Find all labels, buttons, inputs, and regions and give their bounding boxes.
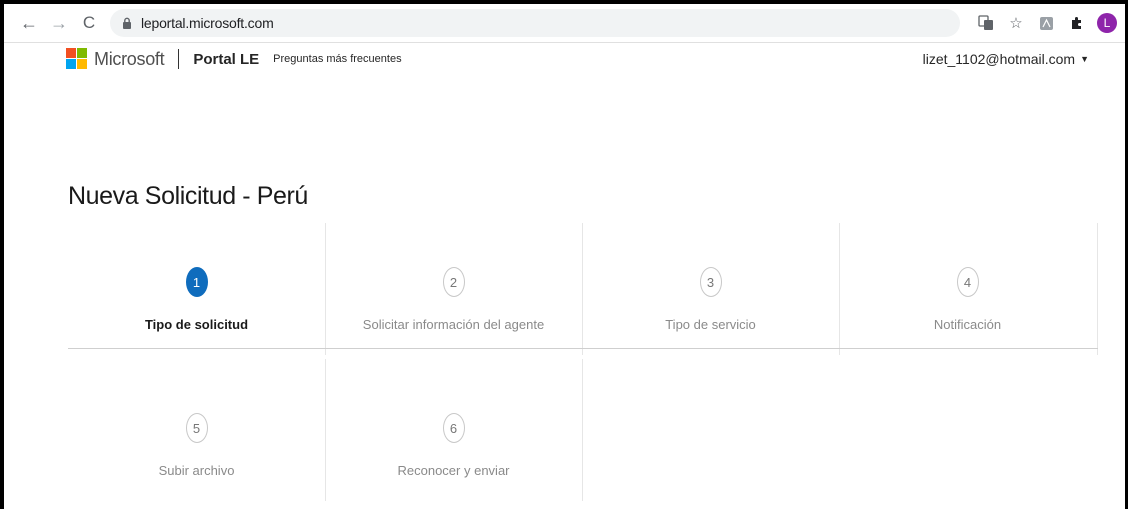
site-header: Microsoft Portal LE Preguntas más frecue… bbox=[4, 42, 1125, 76]
url-text[interactable]: leportal.microsoft.com bbox=[141, 15, 274, 31]
extensions-puzzle-icon[interactable] bbox=[1067, 14, 1085, 32]
step-2[interactable]: 2 Solicitar información del agente bbox=[325, 223, 582, 355]
step-divider bbox=[1097, 223, 1098, 355]
caret-down-icon[interactable]: ▼ bbox=[1080, 54, 1089, 64]
address-bar[interactable]: leportal.microsoft.com bbox=[110, 9, 960, 37]
step-number-badge: 1 bbox=[185, 267, 208, 297]
brand-name[interactable]: Microsoft bbox=[94, 49, 165, 70]
header-divider bbox=[178, 49, 180, 69]
step-label: Solicitar información del agente bbox=[362, 317, 545, 332]
user-menu[interactable]: lizet_1102@hotmail.com ▼ bbox=[923, 51, 1089, 67]
step-label: Tipo de servicio bbox=[665, 317, 756, 332]
step-number-badge: 4 bbox=[956, 267, 979, 297]
faq-link[interactable]: Preguntas más frecuentes bbox=[273, 53, 401, 65]
step-3[interactable]: 3 Tipo de servicio bbox=[582, 223, 839, 355]
star-icon[interactable]: ☆ bbox=[1007, 14, 1025, 32]
step-number-badge: 3 bbox=[699, 267, 722, 297]
reload-icon[interactable]: C bbox=[78, 12, 100, 34]
step-5[interactable]: 5 Subir archivo bbox=[68, 369, 325, 501]
pdf-extension-icon[interactable] bbox=[1037, 14, 1055, 32]
step-label: Notificación bbox=[933, 317, 1002, 332]
step-6[interactable]: 6 Reconocer y enviar bbox=[325, 369, 582, 501]
step-label: Reconocer y enviar bbox=[397, 463, 510, 478]
translate-icon[interactable] bbox=[977, 14, 995, 32]
user-email[interactable]: lizet_1102@hotmail.com bbox=[923, 51, 1075, 67]
step-label: Subir archivo bbox=[158, 463, 235, 478]
back-arrow-icon[interactable]: ← bbox=[18, 12, 40, 34]
lock-icon[interactable] bbox=[122, 17, 133, 30]
profile-avatar[interactable]: L bbox=[1097, 13, 1117, 33]
browser-window: ← → C leportal.microsoft.com ☆ L Microso… bbox=[4, 4, 1125, 509]
step-number-badge: 6 bbox=[442, 413, 465, 443]
step-1[interactable]: 1 Tipo de solicitud bbox=[68, 223, 325, 355]
page-title: Nueva Solicitud - Perú bbox=[68, 182, 308, 210]
microsoft-logo-icon[interactable] bbox=[66, 48, 88, 70]
browser-actions: ☆ L bbox=[977, 13, 1117, 33]
step-number-badge: 5 bbox=[185, 413, 208, 443]
forward-arrow-icon[interactable]: → bbox=[48, 12, 70, 34]
step-4[interactable]: 4 Notificación bbox=[839, 223, 1096, 355]
step-label: Tipo de solicitud bbox=[144, 317, 249, 332]
browser-toolbar: ← → C leportal.microsoft.com ☆ L bbox=[4, 4, 1125, 43]
step-number-badge: 2 bbox=[442, 267, 465, 297]
portal-name-link[interactable]: Portal LE bbox=[193, 51, 259, 68]
step-divider bbox=[582, 359, 583, 501]
